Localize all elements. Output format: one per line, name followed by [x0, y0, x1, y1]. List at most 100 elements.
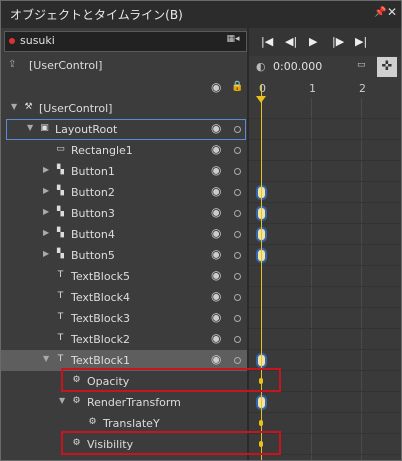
expand-arrow-icon[interactable]: ▶: [43, 228, 49, 237]
tree-row-label: [UserControl]: [39, 102, 113, 115]
textblock-icon: T: [57, 270, 64, 280]
eye-icon[interactable]: ◉: [211, 184, 221, 198]
tree-row-label: TextBlock5: [71, 270, 130, 283]
tree-row-button1[interactable]: ▶ ▚ Button1 ◉: [1, 161, 247, 182]
close-icon[interactable]: ✕: [387, 5, 397, 19]
tree-row-textblock2[interactable]: T TextBlock2 ◉: [1, 329, 247, 350]
lock-icon[interactable]: 🔒: [231, 81, 243, 92]
eye-icon[interactable]: ◉: [211, 352, 221, 366]
highlight-box: [61, 368, 281, 392]
lock-toggle[interactable]: [234, 252, 241, 259]
tree-row-rectangle1[interactable]: ▭ Rectangle1 ◉: [1, 140, 247, 161]
record-keyframe-icon[interactable]: ◐: [256, 60, 266, 73]
eye-icon[interactable]: ◉: [211, 205, 221, 219]
lock-toggle[interactable]: [234, 336, 241, 343]
expand-arrow-icon[interactable]: ▶: [43, 186, 49, 195]
expand-arrow-icon[interactable]: ▶: [43, 165, 49, 174]
snap-icon[interactable]: ✜: [377, 57, 397, 77]
collapse-arrow-icon[interactable]: ▼: [43, 354, 49, 363]
highlight-box: [61, 431, 281, 455]
search-input[interactable]: susuki ▦◂: [4, 31, 247, 52]
lock-toggle[interactable]: [234, 231, 241, 238]
scope-label: [UserControl]: [29, 59, 103, 72]
tree-row-label: TextBlock1: [71, 354, 130, 367]
lock-toggle[interactable]: [234, 273, 241, 280]
tree-row-label: TranslateY: [103, 417, 160, 430]
tree-row-label: Button5: [71, 249, 115, 262]
eye-icon[interactable]: ◉: [211, 331, 221, 345]
tree-row-label: Button3: [71, 207, 115, 220]
eye-icon[interactable]: ◉: [211, 268, 221, 282]
tree-row-usercontrol[interactable]: ▼ ⚒ [UserControl]: [1, 98, 247, 119]
tree-row-label: LayoutRoot: [55, 123, 118, 136]
timeline-row-line: [249, 307, 401, 308]
textblock-icon: T: [57, 354, 64, 364]
tree-row-label: TextBlock3: [71, 312, 130, 325]
grid-icon: ▣: [40, 123, 49, 133]
tree-row-button5[interactable]: ▶ ▚ Button5 ◉: [1, 245, 247, 266]
eye-icon[interactable]: ◉: [211, 310, 221, 324]
timeline-row-line: [249, 139, 401, 140]
property-icon: ⚙: [72, 396, 81, 406]
scope-up-icon[interactable]: ⇪: [8, 59, 16, 70]
tree-row-label: TextBlock4: [71, 291, 130, 304]
tree-row-label: TextBlock2: [71, 333, 130, 346]
timeline-row-line: [249, 328, 401, 329]
play-icon[interactable]: ▶: [309, 35, 317, 48]
pin-icon[interactable]: 📌: [374, 7, 386, 18]
lock-toggle[interactable]: [234, 168, 241, 175]
timeline-grid[interactable]: [249, 98, 401, 460]
lock-toggle[interactable]: [234, 126, 241, 133]
lock-toggle[interactable]: [234, 294, 241, 301]
next-frame-icon[interactable]: |▶: [332, 35, 344, 48]
button-icon: ▚: [57, 186, 64, 196]
scope-row[interactable]: ⇪ [UserControl]: [1, 56, 247, 76]
current-time[interactable]: 0:00.000: [273, 60, 322, 73]
expand-arrow-icon[interactable]: ▶: [43, 207, 49, 216]
button-icon: ▚: [57, 249, 64, 259]
lock-toggle[interactable]: [234, 210, 241, 217]
tree-row-textblock3[interactable]: T TextBlock3 ◉: [1, 308, 247, 329]
timeline-row-line: [249, 349, 401, 350]
playback-toolbar: |◀ ◀| ▶ |▶ ▶|: [249, 28, 401, 56]
ruler-icon[interactable]: ▭: [357, 60, 366, 70]
filter-icon[interactable]: ▦◂: [223, 34, 243, 47]
collapse-arrow-icon[interactable]: ▼: [11, 102, 17, 111]
rectangle-icon: ▭: [56, 144, 65, 154]
tree-row-textblock4[interactable]: T TextBlock4 ◉: [1, 287, 247, 308]
lock-toggle[interactable]: [234, 315, 241, 322]
time-ruler[interactable]: 0 1 2: [249, 80, 401, 98]
eye-icon[interactable]: ◉: [211, 163, 221, 177]
go-to-last-icon[interactable]: ▶|: [355, 35, 367, 48]
eye-icon[interactable]: ◉: [211, 142, 221, 156]
tree-row-rendertransform[interactable]: ▼ ⚙ RenderTransform: [1, 392, 247, 413]
lock-toggle[interactable]: [234, 357, 241, 364]
tree-row-label: Button1: [71, 165, 115, 178]
property-icon: ⚙: [88, 417, 97, 427]
playhead[interactable]: [261, 84, 262, 460]
eye-icon[interactable]: ◉: [211, 247, 221, 261]
ruler-tick-2: 2: [359, 82, 366, 95]
prev-frame-icon[interactable]: ◀|: [285, 35, 297, 48]
eye-icon[interactable]: ◉: [211, 226, 221, 240]
panel-titlebar: オブジェクトとタイムライン(B) 📌 ✕: [1, 1, 401, 28]
collapse-arrow-icon[interactable]: ▼: [59, 396, 65, 405]
collapse-arrow-icon[interactable]: ▼: [27, 123, 33, 132]
tree-row-button3[interactable]: ▶ ▚ Button3 ◉: [1, 203, 247, 224]
go-to-first-icon[interactable]: |◀: [261, 35, 273, 48]
panel-title: オブジェクトとタイムライン(B): [10, 8, 183, 22]
tree-row-textblock5[interactable]: T TextBlock5 ◉: [1, 266, 247, 287]
eye-icon[interactable]: ◉: [211, 80, 221, 94]
tree-row-layoutroot[interactable]: ▼ ▣ LayoutRoot ◉: [6, 119, 246, 140]
timeline-area: |◀ ◀| ▶ |▶ ▶| ◐ 0:00.000 ▭ ✜ 0 1 2: [249, 28, 401, 460]
eye-icon[interactable]: ◉: [211, 289, 221, 303]
timeline-row-line: [249, 412, 401, 413]
tree-row-label: Button2: [71, 186, 115, 199]
lock-toggle[interactable]: [234, 189, 241, 196]
tree-row-button2[interactable]: ▶ ▚ Button2 ◉: [1, 182, 247, 203]
tree-row-label: Button4: [71, 228, 115, 241]
tree-row-button4[interactable]: ▶ ▚ Button4 ◉: [1, 224, 247, 245]
eye-icon[interactable]: ◉: [211, 121, 221, 135]
lock-toggle[interactable]: [234, 147, 241, 154]
expand-arrow-icon[interactable]: ▶: [43, 249, 49, 258]
